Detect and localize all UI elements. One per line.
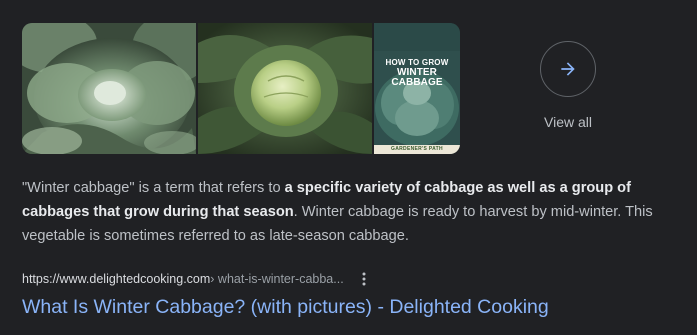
frosted-cabbage-image [22,23,196,154]
pin-title-line-1: HOW TO GROW [385,58,449,67]
image-thumbnail-1[interactable] [22,23,196,154]
image-thumbnail-3[interactable]: HOW TO GROW WINTER CABBAGE GARDENER'S PA… [374,23,460,154]
pin-footer: GARDENER'S PATH [374,145,460,154]
view-all-label: View all [544,114,592,130]
image-thumbnail-2[interactable] [198,23,372,154]
arrow-right-icon [561,62,575,76]
pin-title-line-2: WINTER CABBAGE [391,67,443,88]
result-title-link[interactable]: What Is Winter Cabbage? (with pictures) … [22,294,549,320]
view-all-button[interactable]: View all [538,41,598,130]
kale-pin-image [374,23,460,154]
search-result-card: HOW TO GROW WINTER CABBAGE GARDENER'S PA… [0,0,697,335]
more-options-button[interactable] [358,270,370,288]
image-strip: HOW TO GROW WINTER CABBAGE GARDENER'S PA… [22,23,460,154]
snippet-text-1: "Winter cabbage" is a term that refers t… [22,180,285,196]
result-citation[interactable]: https://www.delightedcooking.com › what-… [22,270,370,288]
citation-path: › what-is-winter-cabba... [210,272,344,286]
more-vert-icon [362,272,366,286]
citation-domain: https://www.delightedcooking.com [22,272,211,286]
view-all-circle[interactable] [540,41,596,97]
cabbage-head-image [198,23,372,154]
result-snippet: "Winter cabbage" is a term that refers t… [22,176,676,248]
